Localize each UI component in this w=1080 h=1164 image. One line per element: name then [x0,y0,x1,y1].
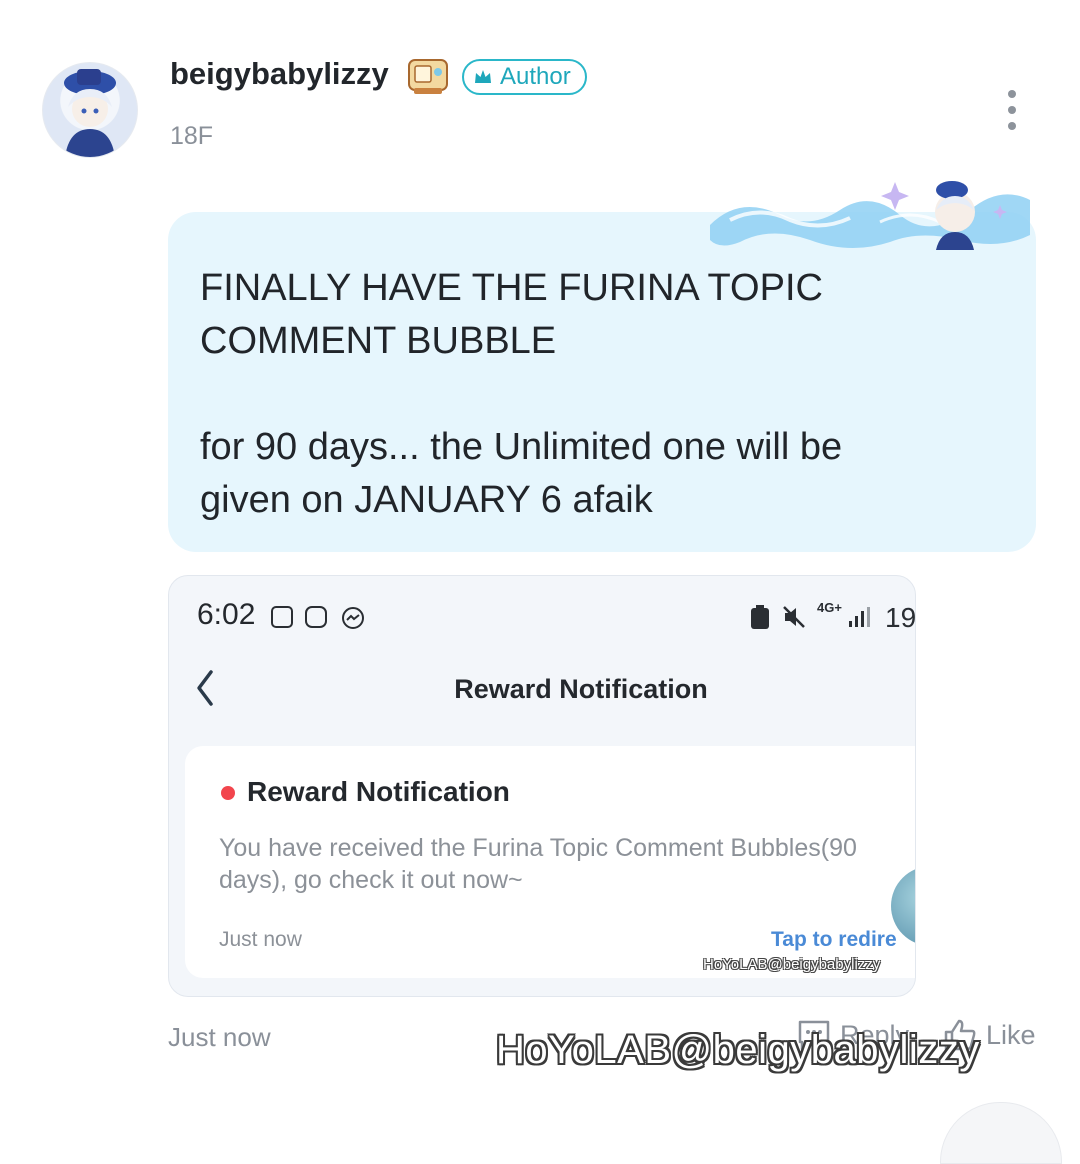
author-badge: Author [462,59,587,95]
comment-text: FINALLY HAVE THE FURINA TOPIC COMMENT BU… [200,267,843,521]
more-options-icon[interactable] [1000,90,1024,130]
status-clipped-text: 19 [885,602,916,633]
mute-icon [781,604,807,630]
card-title: Reward Notification [247,776,510,807]
instagram-icon [305,606,327,628]
crown-icon [475,70,491,83]
status-time: 6:02 [197,598,256,631]
furina-bubble-decoration-icon [700,170,1040,260]
comment-timestamp: Just now [168,1022,271,1052]
tap-to-redirect-link[interactable]: Tap to redire [771,928,897,952]
attached-screenshot[interactable]: 6:02 4G+ 19 Reward Notification Reward N… [168,575,916,997]
username[interactable]: beigybabylizzy [170,56,389,92]
clock-app-icon [271,606,293,628]
signal-icon [847,606,873,628]
screenshot-watermark: HoYoLAB@beigybabylizzy [703,956,881,973]
card-time: Just now [219,928,302,951]
battery-saver-icon [749,604,771,630]
author-badge-label: Author [500,63,571,90]
floor-number: 18F [170,122,214,150]
user-badge-icon [406,56,450,96]
reward-notification-card[interactable]: Reward Notification You have received th… [185,746,915,978]
network-type: 4G+ [817,600,842,615]
nav-title: Reward Notification [454,674,708,704]
like-label: Like [986,1019,1036,1050]
card-body: You have received the Furina Topic Comme… [219,834,857,894]
messenger-icon [341,606,365,630]
floating-action-edge[interactable] [940,1102,1062,1164]
unread-dot-icon [221,786,235,800]
avatar[interactable] [42,62,138,158]
page-watermark: HoYoLAB@beigybabylizzy [496,1028,980,1072]
